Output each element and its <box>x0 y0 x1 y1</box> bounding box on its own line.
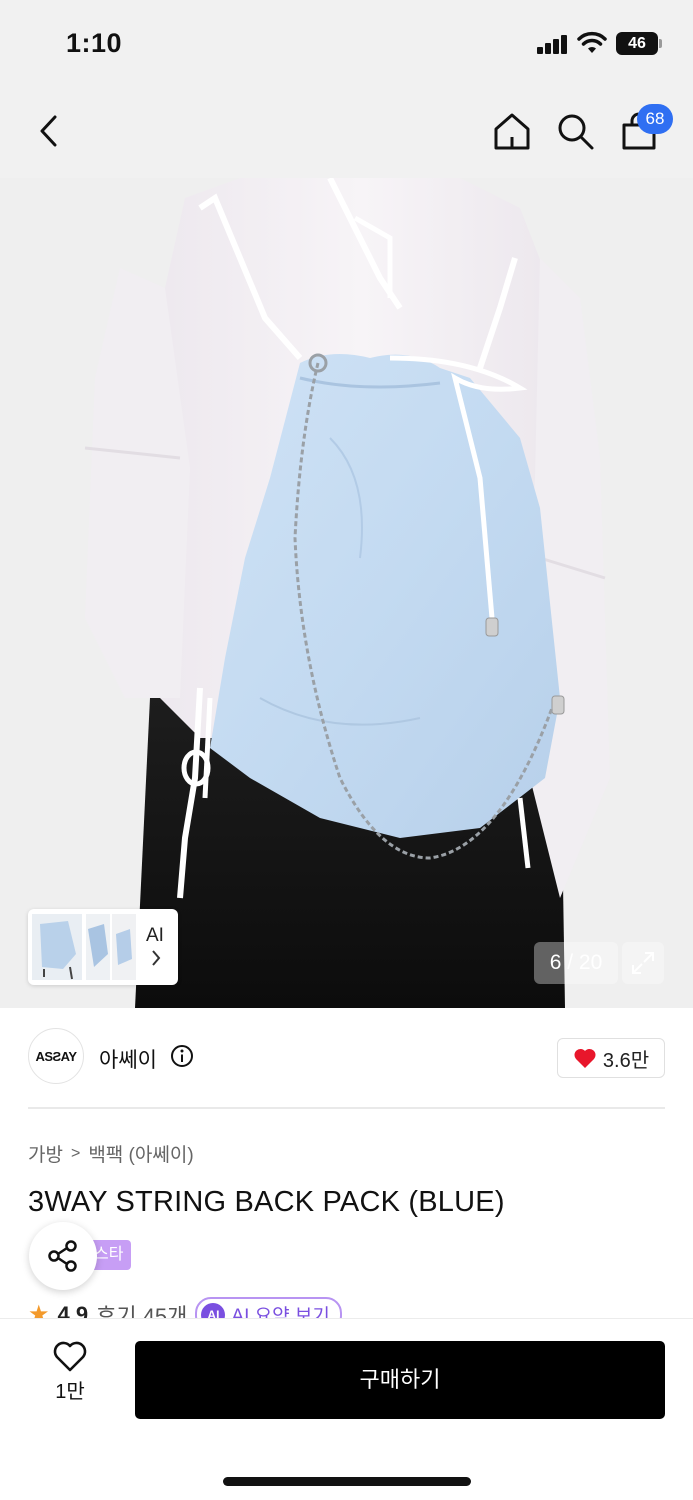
breadcrumb-category[interactable]: 가방 <box>28 1140 63 1167</box>
cellular-signal-icon <box>537 34 569 54</box>
breadcrumb: 가방 > 백팩 (아쎄이) <box>28 1140 194 1167</box>
heart-outline-icon <box>53 1341 87 1372</box>
breadcrumb-subcategory[interactable]: 백팩 (아쎄이) <box>88 1140 193 1167</box>
product-image-gallery[interactable]: AI 6 / 20 <box>0 178 693 1008</box>
status-bar: 1:10 46 <box>0 0 693 88</box>
home-icon <box>494 113 530 150</box>
product-title: 3WAY STRING BACK PACK (BLUE) <box>28 1186 505 1218</box>
wishlist-count: 1만 <box>55 1381 85 1403</box>
search-button[interactable] <box>550 106 600 156</box>
home-indicator <box>223 1477 471 1486</box>
brand-like-button[interactable]: 3.6만 <box>557 1038 665 1078</box>
brand-logo[interactable]: ASƧAY <box>28 1028 84 1084</box>
breadcrumb-separator: > <box>70 1144 81 1162</box>
brand-name[interactable]: 아쎄이 <box>99 1044 157 1074</box>
buy-button[interactable]: 구매하기 <box>135 1341 665 1419</box>
home-button[interactable] <box>487 106 537 156</box>
product-photo <box>0 178 693 1008</box>
brand-row: ASƧAY 아쎄이 3.6만 <box>0 1008 693 1108</box>
chevron-right-icon <box>152 950 161 966</box>
bottom-action-bar: 1만 구매하기 <box>0 1318 693 1500</box>
expand-icon <box>632 952 654 974</box>
wifi-icon <box>577 31 607 53</box>
thumbnail-images <box>32 914 136 980</box>
info-icon[interactable] <box>170 1044 194 1068</box>
share-button[interactable] <box>29 1222 97 1290</box>
expand-image-button[interactable] <box>622 942 664 984</box>
heart-filled-icon <box>574 1048 596 1068</box>
back-button[interactable] <box>25 106 75 156</box>
battery-indicator: 46 <box>616 32 662 55</box>
chevron-left-icon <box>40 115 57 147</box>
ai-thumbnail-strip[interactable]: AI <box>28 909 178 985</box>
search-icon <box>558 114 594 150</box>
share-icon <box>48 1240 77 1272</box>
wishlist-button[interactable]: 1만 <box>40 1341 100 1421</box>
section-divider <box>28 1107 665 1109</box>
image-counter: 6 / 20 <box>534 942 618 984</box>
thumbnail-ai-label: AI <box>146 925 164 946</box>
cart-count-badge: 68 <box>637 104 673 134</box>
top-nav-bar <box>0 88 693 178</box>
status-time: 1:10 <box>66 28 123 58</box>
brand-like-count: 3.6만 <box>602 1049 650 1072</box>
